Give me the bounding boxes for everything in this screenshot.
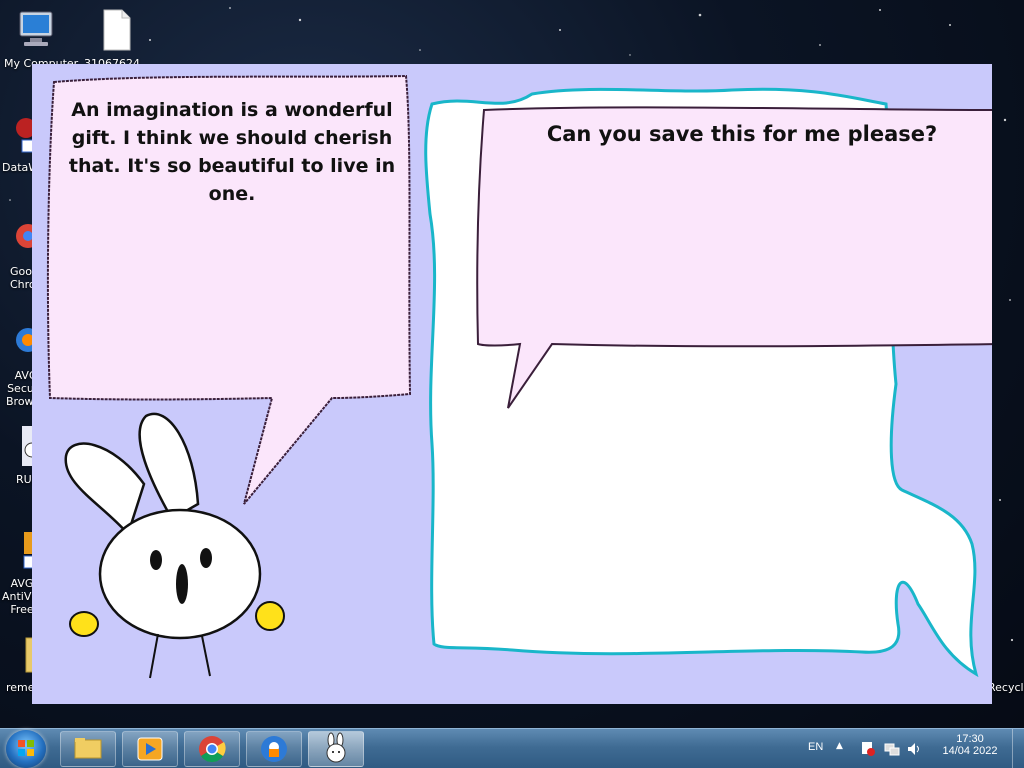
bunny-app-icon [22,426,40,466]
show-desktop-button[interactable] [1012,729,1024,768]
taskbar-chrome-button[interactable] [184,731,240,767]
taskbar-bunny-app-button[interactable] [308,731,364,767]
clock-date: 14/04 2022 [942,745,998,757]
clock-time: 17:30 [956,733,984,745]
action-center-icon[interactable] [860,741,876,757]
bunny-app-window: An imagination is a wonderful gift. I th… [32,64,992,704]
show-hidden-icons-button[interactable]: ▲ [836,741,843,751]
desktop-icon-my-computer[interactable]: My Computer [4,8,78,70]
windows-logo-icon [18,740,34,756]
start-button[interactable] [6,730,46,768]
network-icon[interactable] [884,741,900,757]
media-player-icon [137,737,163,761]
bunny-character [64,412,285,679]
avg-browser-icon [261,736,287,762]
language-indicator[interactable]: EN [808,741,823,753]
bunny-app-icon [326,732,346,763]
clock[interactable]: 17:30 14/04 2022 [932,733,1008,757]
chrome-icon [16,224,40,248]
folder-icon [74,738,102,759]
right-bubble-text: Can you save this for me please? [546,122,938,146]
taskbar-avg-browser-button[interactable] [246,731,302,767]
taskbar-media-player-button[interactable] [122,731,178,767]
desktop-icon-file[interactable]: 31067624... [84,8,150,70]
avg-browser-icon [16,328,40,352]
taskbar-explorer-button[interactable] [60,731,116,767]
folder-icon [25,637,41,673]
left-bubble-text: An imagination is a wonderful gift. I th… [68,99,396,205]
volume-icon[interactable] [906,741,922,757]
computer-icon [19,11,53,46]
shortcut-icon [16,118,36,153]
avg-antivirus-icon [23,532,38,569]
taskbar: EN ▲ 17:30 14/04 2022 [0,728,1024,768]
document-icon [103,9,131,51]
chrome-icon [199,736,226,763]
